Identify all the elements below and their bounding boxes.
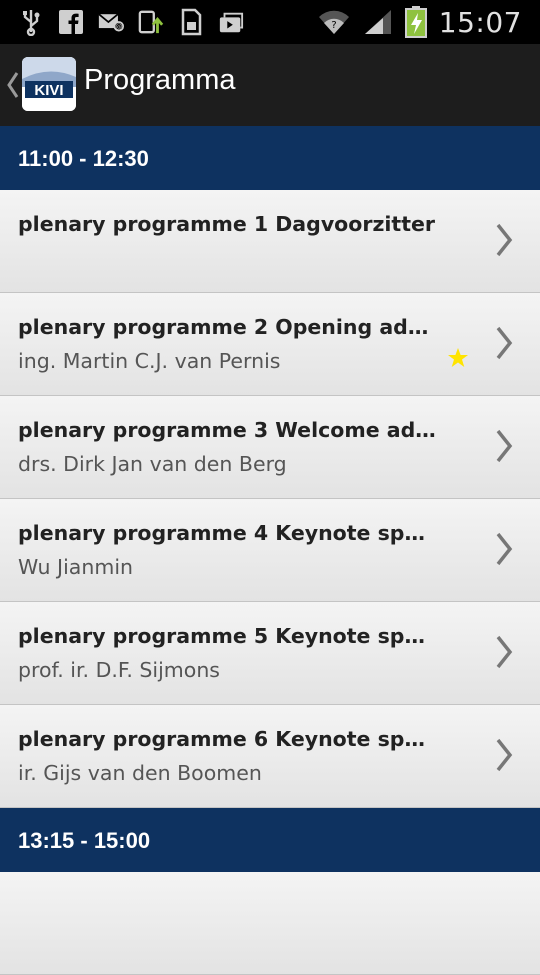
- list-item[interactable]: plenary programme 1 Dagvoorzitter: [0, 190, 540, 293]
- favorite-star-icon: [448, 348, 468, 367]
- item-speaker: prof. ir. D.F. Sijmons: [18, 658, 220, 682]
- section-header: 13:15 - 15:00: [0, 808, 540, 872]
- battery-charging-icon: [404, 6, 427, 38]
- chevron-right-icon: [496, 429, 513, 463]
- item-title: plenary programme 6 Keynote speech…: [18, 727, 436, 751]
- action-bar: KIVI Programma: [0, 44, 540, 128]
- list-item[interactable]: [0, 872, 540, 975]
- item-title: plenary programme 3 Welcome addre…: [18, 418, 436, 442]
- list-item[interactable]: plenary programme 6 Keynote speech… ir. …: [0, 705, 540, 808]
- wifi-icon: ?: [317, 8, 351, 36]
- chevron-right-icon: [496, 326, 513, 360]
- page-title: Programma: [84, 64, 236, 96]
- item-speaker: ir. Gijs van den Boomen: [18, 761, 262, 785]
- list-item[interactable]: plenary programme 3 Welcome addre… drs. …: [0, 396, 540, 499]
- clock: 15:07: [438, 5, 522, 39]
- chevron-right-icon: [496, 223, 513, 257]
- missed-email-icon: @: [98, 8, 124, 36]
- system-icons: ? 15:07: [317, 4, 522, 40]
- chevron-right-icon: [496, 532, 513, 566]
- usb-icon: [18, 8, 44, 36]
- status-bar: @ ? 15:07: [0, 0, 540, 44]
- gallery-icon: [218, 8, 244, 36]
- sd-card-icon: [178, 8, 204, 36]
- app-logo[interactable]: KIVI: [22, 57, 76, 111]
- item-speaker: Wu Jianmin: [18, 555, 134, 579]
- item-title: plenary programme 4 Keynote speech…: [18, 521, 436, 545]
- notification-icons: @: [18, 6, 244, 38]
- logo-text: KIVI: [34, 82, 63, 99]
- chevron-right-icon: [496, 635, 513, 669]
- item-title: plenary programme 2 Opening addres…: [18, 315, 436, 339]
- list-item[interactable]: plenary programme 2 Opening addres… ing.…: [0, 293, 540, 396]
- item-title: plenary programme 1 Dagvoorzitter: [18, 212, 436, 236]
- chevron-right-icon: [496, 738, 513, 772]
- signal-icon: [363, 8, 393, 36]
- section-header: 11:00 - 12:30: [0, 126, 540, 190]
- list-item[interactable]: plenary programme 4 Keynote speech… Wu J…: [0, 499, 540, 602]
- item-title: plenary programme 5 Keynote speech…: [18, 624, 436, 648]
- svg-text:@: @: [115, 23, 122, 31]
- back-icon[interactable]: [6, 70, 20, 100]
- list-item[interactable]: plenary programme 5 Keynote speech… prof…: [0, 602, 540, 705]
- facebook-icon: [58, 8, 84, 36]
- item-speaker: drs. Dirk Jan van den Berg: [18, 452, 287, 476]
- programme-list: 11:00 - 12:30 plenary programme 1 Dagvoo…: [0, 126, 540, 975]
- item-speaker: ing. Martin C.J. van Pernis: [18, 349, 281, 373]
- svg-text:?: ?: [331, 20, 336, 31]
- upload-icon: [138, 8, 164, 36]
